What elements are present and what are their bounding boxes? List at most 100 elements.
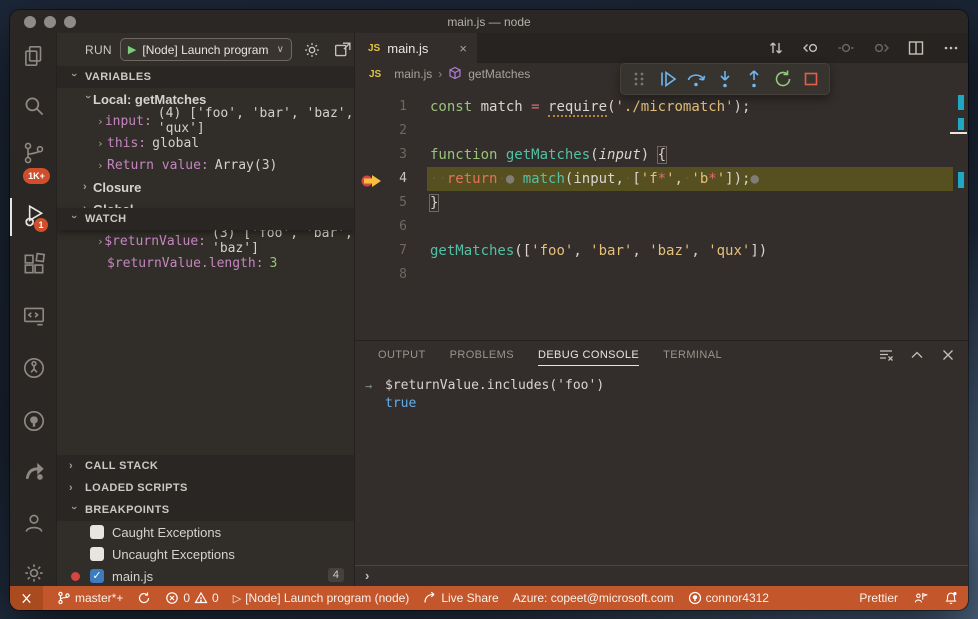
- close-window-button[interactable]: [24, 16, 36, 28]
- debug-status[interactable]: ▷ [Node] Launch program (node): [233, 591, 410, 605]
- editor-tab-bar: JS main.js ×: [355, 33, 968, 63]
- variable-row[interactable]: › input: (4) ['foo', 'bar', 'baz', 'qux'…: [57, 106, 354, 136]
- github-account-status[interactable]: connor4312: [688, 591, 769, 605]
- compare-changes-icon[interactable]: [767, 39, 785, 57]
- files-icon[interactable]: [21, 43, 47, 69]
- problems-status[interactable]: 0 0: [165, 591, 219, 605]
- remote-indicator[interactable]: [10, 586, 43, 610]
- prettier-status[interactable]: Prettier: [859, 591, 898, 605]
- variable-value: global: [152, 135, 200, 151]
- breakpoint-line-badge: 4: [327, 568, 344, 582]
- close-panel-icon[interactable]: [940, 347, 956, 368]
- drag-grip-icon[interactable]: [628, 68, 650, 90]
- code-line[interactable]: 3 function getMatches(input) {: [355, 143, 968, 167]
- line-number: 4: [399, 171, 407, 186]
- feedback-icon[interactable]: [914, 591, 928, 605]
- symbol-icon: [448, 66, 462, 83]
- gitlens-icon[interactable]: [21, 458, 47, 484]
- checkbox-checked[interactable]: ✓: [90, 569, 104, 583]
- maximize-panel-icon[interactable]: [909, 347, 925, 368]
- breakpoints-section-header[interactable]: › BREAKPOINTS: [57, 499, 354, 521]
- closure-row[interactable]: › Closure: [57, 176, 354, 198]
- stop-button[interactable]: [800, 68, 822, 90]
- console-repl-input[interactable]: ›: [355, 565, 968, 586]
- watch-row[interactable]: $returnValue.length: 3: [57, 252, 354, 274]
- checkbox-unchecked[interactable]: [90, 525, 104, 539]
- status-bar-right: Prettier: [843, 591, 958, 605]
- window-title: main.js — node: [447, 14, 531, 29]
- variables-section-header[interactable]: › VARIABLES: [57, 66, 354, 88]
- start-debug-icon[interactable]: ▶: [128, 43, 136, 56]
- next-change-icon[interactable]: [872, 39, 890, 57]
- tab-problems[interactable]: PROBLEMS: [450, 349, 514, 365]
- code-line[interactable]: 1 const match = require('./micromatch');: [355, 95, 968, 119]
- breakpoint-label: Uncaught Exceptions: [112, 546, 235, 562]
- more-actions-icon[interactable]: [942, 39, 960, 57]
- branch-status[interactable]: master*+: [57, 591, 123, 605]
- step-over-button[interactable]: [685, 68, 707, 90]
- debug-toolbar[interactable]: [620, 63, 830, 95]
- clear-console-icon[interactable]: [878, 347, 894, 368]
- step-out-button[interactable]: [743, 68, 765, 90]
- variable-row[interactable]: › this: global: [57, 132, 354, 154]
- restart-button[interactable]: [772, 68, 794, 90]
- console-output-text: true: [385, 396, 417, 411]
- gear-icon[interactable]: [21, 560, 47, 586]
- debug-console-icon[interactable]: [332, 39, 354, 61]
- tab-debug-console[interactable]: DEBUG CONSOLE: [537, 349, 640, 366]
- tab-main-js[interactable]: JS main.js ×: [355, 33, 477, 63]
- current-change-icon[interactable]: [837, 39, 855, 57]
- overview-ruler-cursor: [950, 132, 967, 134]
- extensions-icon[interactable]: [21, 251, 47, 277]
- variable-row[interactable]: › Return value: Array(3): [57, 154, 354, 176]
- code-line[interactable]: 5}: [355, 191, 968, 215]
- github-icon[interactable]: [21, 408, 47, 434]
- code-editor[interactable]: 1 const match = require('./micromatch'); 2…: [355, 85, 968, 340]
- breakpoint-row[interactable]: Caught Exceptions: [57, 521, 354, 543]
- code-line[interactable]: 7 getMatches(['foo', 'bar', 'baz', 'qux']…: [355, 239, 968, 263]
- warning-count: 0: [212, 591, 219, 605]
- breadcrumb-file[interactable]: main.js: [394, 67, 432, 81]
- code-line[interactable]: 8: [355, 263, 968, 287]
- previous-change-icon[interactable]: [802, 39, 820, 57]
- live-share-status[interactable]: Live Share: [423, 591, 499, 605]
- watch-section-header[interactable]: › WATCH: [57, 208, 354, 230]
- live-share-circle-icon[interactable]: [21, 355, 47, 381]
- close-tab-icon[interactable]: ×: [459, 41, 467, 56]
- source-control-icon[interactable]: [21, 140, 47, 166]
- line-number: 3: [399, 147, 407, 162]
- code-line[interactable]: 6: [355, 215, 968, 239]
- step-into-button[interactable]: [714, 68, 736, 90]
- minimize-window-button[interactable]: [44, 16, 56, 28]
- watch-value: 3: [269, 255, 278, 271]
- zoom-window-button[interactable]: [64, 16, 76, 28]
- loaded-scripts-section-header[interactable]: › LOADED SCRIPTS: [57, 477, 354, 499]
- continue-button[interactable]: [657, 68, 679, 90]
- play-icon: ▷: [232, 592, 242, 605]
- split-editor-icon[interactable]: [907, 39, 925, 57]
- account-icon[interactable]: [21, 510, 47, 536]
- notifications-bell-icon[interactable]: [944, 591, 958, 605]
- js-file-icon: JS: [368, 42, 381, 54]
- sync-status[interactable]: [137, 591, 151, 605]
- launch-config-select[interactable]: ▶ [Node] Launch program ∨: [119, 38, 292, 61]
- azure-account-status[interactable]: Azure: copeet@microsoft.com: [513, 591, 674, 605]
- tab-terminal[interactable]: TERMINAL: [663, 349, 722, 365]
- line-number: 1: [399, 99, 407, 114]
- watch-row[interactable]: › $returnValue: (3) ['foo', 'bar', 'baz'…: [57, 226, 354, 256]
- breakpoint-row[interactable]: ✓ main.js 4: [57, 565, 354, 586]
- call-stack-section-header[interactable]: › CALL STACK: [57, 455, 354, 477]
- traffic-lights[interactable]: [24, 16, 76, 28]
- search-icon[interactable]: [21, 93, 47, 119]
- watch-name: $returnValue:: [104, 233, 206, 249]
- code-line[interactable]: 2: [355, 119, 968, 143]
- remote-explorer-icon[interactable]: [21, 303, 47, 329]
- checkbox-unchecked[interactable]: [90, 547, 104, 561]
- breadcrumb-symbol[interactable]: getMatches: [468, 67, 530, 81]
- panel-actions: [878, 341, 956, 373]
- settings-gear-icon[interactable]: [301, 39, 323, 61]
- tab-output[interactable]: OUTPUT: [378, 349, 426, 365]
- breakpoint-row[interactable]: Uncaught Exceptions: [57, 543, 354, 565]
- code-line[interactable]: 4 ··return·● match(input,·['f*',·'b*']);●: [355, 167, 968, 191]
- github-account-label: connor4312: [705, 591, 769, 605]
